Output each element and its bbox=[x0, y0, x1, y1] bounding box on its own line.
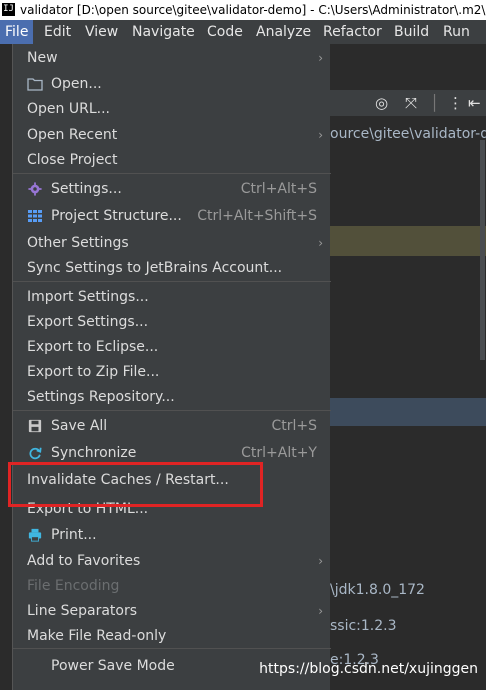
menu-item-settings[interactable]: Settings... Ctrl+Alt+S bbox=[13, 177, 331, 201]
refresh-icon bbox=[29, 447, 42, 460]
file-menu-popup: New › Open... Open URL... Open Recent › … bbox=[12, 44, 331, 690]
menu-item-open-url[interactable]: Open URL... bbox=[13, 97, 331, 121]
menu-item-settings-repository[interactable]: Settings Repository... bbox=[13, 385, 331, 409]
hide-panel-icon[interactable]: ⇤ bbox=[468, 94, 481, 112]
menu-edit[interactable]: Edit bbox=[39, 20, 76, 44]
more-options-icon[interactable]: ⋮ bbox=[448, 94, 463, 112]
project-structure-icon bbox=[28, 210, 42, 222]
menu-item-other-settings[interactable]: Other Settings › bbox=[13, 231, 331, 255]
target-icon[interactable]: ◎ bbox=[375, 94, 388, 112]
printer-icon bbox=[28, 528, 42, 542]
scrollbar[interactable] bbox=[480, 140, 485, 360]
menu-build[interactable]: Build bbox=[389, 20, 434, 44]
menu-item-save-all[interactable]: Save All Ctrl+S bbox=[13, 414, 331, 438]
menu-separator bbox=[13, 173, 331, 174]
annotation-highlight-box bbox=[8, 462, 263, 507]
folder-icon bbox=[27, 78, 43, 91]
menu-item-file-encoding: File Encoding bbox=[27, 578, 120, 594]
menu-item-close-project[interactable]: Close Project bbox=[13, 148, 331, 172]
menu-item-export-zip[interactable]: Export to Zip File... bbox=[13, 360, 331, 384]
menu-run[interactable]: Run bbox=[438, 20, 475, 44]
menu-item-project-structure[interactable]: Project Structure... Ctrl+Alt+Shift+S bbox=[13, 204, 331, 228]
selected-tree-row bbox=[330, 398, 486, 426]
project-path-text: ource\gitee\validator-d bbox=[330, 126, 486, 142]
menu-item-sync-settings[interactable]: Sync Settings to JetBrains Account... bbox=[13, 256, 331, 280]
menu-separator bbox=[13, 410, 331, 411]
menu-file[interactable]: File bbox=[0, 20, 34, 44]
menu-code[interactable]: Code bbox=[202, 20, 248, 44]
menu-bar: File Edit View Navigate Code Analyze Ref… bbox=[0, 20, 486, 44]
menu-item-import-settings[interactable]: Import Settings... bbox=[13, 285, 331, 309]
submenu-arrow-icon: › bbox=[318, 128, 323, 142]
gear-icon bbox=[28, 182, 42, 196]
divider-icon: │ bbox=[430, 94, 440, 112]
window-title-bar: IJ validator [D:\open source\gitee\valid… bbox=[0, 0, 486, 20]
menu-item-new[interactable]: New › bbox=[13, 46, 331, 70]
menu-analyze[interactable]: Analyze bbox=[251, 20, 316, 44]
menu-item-export-settings[interactable]: Export Settings... bbox=[13, 310, 331, 334]
submenu-arrow-icon: › bbox=[318, 236, 323, 250]
menu-view[interactable]: View bbox=[80, 20, 123, 44]
menu-item-open[interactable]: Open... bbox=[13, 72, 331, 96]
menu-separator bbox=[13, 648, 331, 649]
jdk-tree-item: \jdk1.8.0_172 bbox=[330, 582, 425, 598]
menu-item-add-favorites[interactable]: Add to Favorites › bbox=[13, 549, 331, 573]
menu-item-export-eclipse[interactable]: Export to Eclipse... bbox=[13, 335, 331, 359]
submenu-arrow-icon: › bbox=[318, 554, 323, 568]
save-icon bbox=[28, 419, 42, 433]
intellij-app-icon: IJ bbox=[2, 3, 15, 16]
submenu-arrow-icon: › bbox=[318, 604, 323, 618]
menu-item-open-recent[interactable]: Open Recent › bbox=[13, 123, 331, 147]
menu-refactor[interactable]: Refactor bbox=[318, 20, 387, 44]
menu-item-print[interactable]: Print... bbox=[13, 523, 331, 547]
window-title: validator [D:\open source\gitee\validato… bbox=[20, 3, 486, 17]
submenu-arrow-icon: › bbox=[318, 51, 323, 65]
menu-navigate[interactable]: Navigate bbox=[127, 20, 200, 44]
watermark-text: https://blog.csdn.net/xujinggen bbox=[259, 661, 478, 677]
highlighted-tree-row bbox=[330, 226, 486, 256]
dependency-tree-item: ssic:1.2.3 bbox=[330, 618, 397, 634]
menu-item-line-separators[interactable]: Line Separators › bbox=[13, 599, 331, 623]
project-toolbar: ◎ ⤧ │ ⋮ ⇤ bbox=[330, 90, 486, 116]
menu-separator bbox=[13, 281, 331, 282]
menu-item-make-read-only[interactable]: Make File Read-only bbox=[13, 624, 331, 648]
collapse-icon[interactable]: ⤧ bbox=[405, 94, 417, 112]
